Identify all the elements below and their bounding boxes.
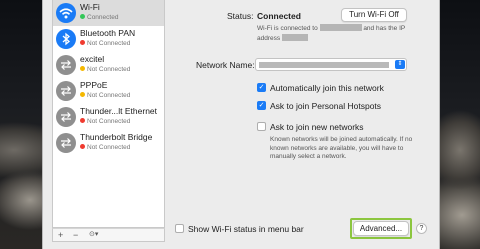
service-status: Connected	[80, 14, 118, 21]
add-service-button[interactable]: +	[58, 229, 63, 241]
status-dot	[80, 40, 85, 45]
network-arrows-icon	[56, 133, 76, 153]
service-name: excitel	[80, 54, 105, 64]
personal-hotspots-label: Ask to join Personal Hotspots	[270, 101, 382, 111]
service-name: Thunder...lt Ethernet	[80, 106, 158, 116]
auto-join-checkbox[interactable]: ✓	[257, 83, 266, 92]
status-dot	[80, 14, 85, 19]
service-status-text: Not Connected	[87, 118, 131, 125]
status-dot	[80, 144, 85, 149]
network-arrows-icon	[56, 107, 76, 127]
remove-service-button[interactable]: −	[73, 229, 78, 241]
service-list: Wi-Fi Connected Bluetooth PAN Not Connec…	[52, 0, 165, 228]
network-name-select[interactable]: ⇕	[255, 58, 407, 71]
service-status: Not Connected	[80, 118, 130, 125]
status-detail-text-1: Wi-Fi is connected to	[257, 25, 318, 32]
action-menu-button[interactable]: ⊙▾	[89, 229, 98, 241]
network-preferences-window: Wi-Fi Connected Bluetooth PAN Not Connec…	[42, 0, 440, 249]
redacted-network-name	[259, 62, 389, 68]
service-status-text: Connected	[87, 14, 119, 21]
status-dot	[80, 92, 85, 97]
new-networks-description: Known networks will be joined automatica…	[270, 136, 413, 160]
service-name: PPPoE	[80, 80, 108, 90]
turn-wifi-off-button[interactable]: Turn Wi-Fi Off	[341, 8, 407, 22]
status-dot	[80, 66, 85, 71]
service-item-pppoe[interactable]: PPPoE Not Connected	[53, 78, 164, 104]
service-status: Not Connected	[80, 144, 130, 151]
service-item-thunderbolt-ethernet[interactable]: Thunder...lt Ethernet Not Connected	[53, 104, 164, 130]
service-list-toolbar: + − ⊙▾	[52, 228, 165, 242]
status-value: Connected	[257, 11, 301, 21]
chevron-updown-icon: ⇕	[395, 60, 405, 69]
network-arrows-icon	[56, 81, 76, 101]
service-status: Not Connected	[80, 92, 130, 99]
service-status-text: Not Connected	[87, 66, 131, 73]
auto-join-label: Automatically join this network	[270, 83, 384, 93]
redacted-ip-address	[281, 33, 308, 41]
bluetooth-icon	[56, 29, 76, 49]
advanced-button[interactable]: Advanced...	[353, 221, 409, 236]
help-button[interactable]: ?	[416, 223, 427, 234]
status-label: Status:	[227, 11, 254, 21]
service-status: Not Connected	[80, 40, 130, 47]
service-status: Not Connected	[80, 66, 130, 73]
status-dot	[80, 118, 85, 123]
status-detail: Wi-Fi is connected to and has the IP add…	[257, 24, 407, 43]
service-name: Thunderbolt Bridge	[80, 132, 153, 142]
service-name: Wi-Fi	[80, 2, 100, 12]
new-networks-label: Ask to join new networks	[270, 122, 364, 132]
service-status-text: Not Connected	[87, 144, 131, 151]
wifi-icon	[56, 3, 76, 23]
service-item-excitel[interactable]: excitel Not Connected	[53, 52, 164, 78]
menu-bar-status-checkbox[interactable]	[175, 224, 184, 233]
menu-bar-status-label: Show Wi-Fi status in menu bar	[188, 224, 304, 234]
redacted-network-name	[319, 24, 362, 31]
personal-hotspots-checkbox[interactable]: ✓	[257, 101, 266, 110]
service-status-text: Not Connected	[87, 92, 131, 99]
service-item-thunderbolt-bridge[interactable]: Thunderbolt Bridge Not Connected	[53, 130, 164, 156]
service-name: Bluetooth PAN	[80, 28, 136, 38]
new-networks-checkbox[interactable]	[257, 122, 266, 131]
network-name-label: Network Name:	[196, 60, 255, 70]
service-status-text: Not Connected	[87, 40, 131, 47]
service-item-wifi[interactable]: Wi-Fi Connected	[53, 0, 164, 26]
network-arrows-icon	[56, 55, 76, 75]
service-item-bluetooth-pan[interactable]: Bluetooth PAN Not Connected	[53, 26, 164, 52]
